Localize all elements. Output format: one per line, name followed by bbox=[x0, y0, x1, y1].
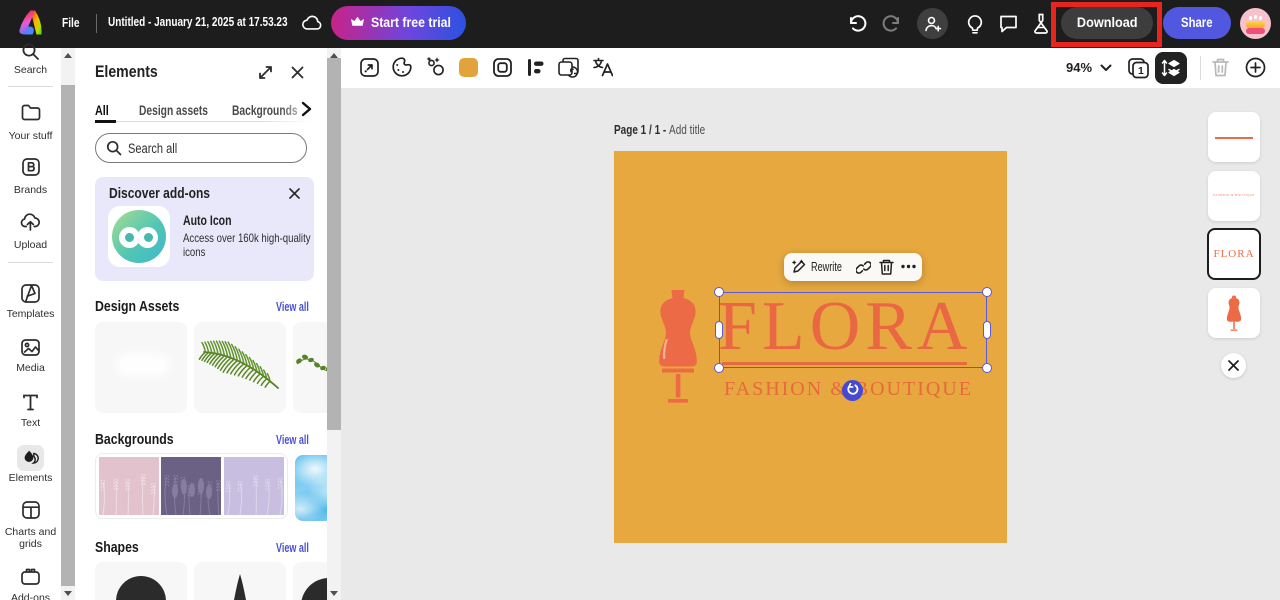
svg-text:1: 1 bbox=[1138, 65, 1144, 77]
